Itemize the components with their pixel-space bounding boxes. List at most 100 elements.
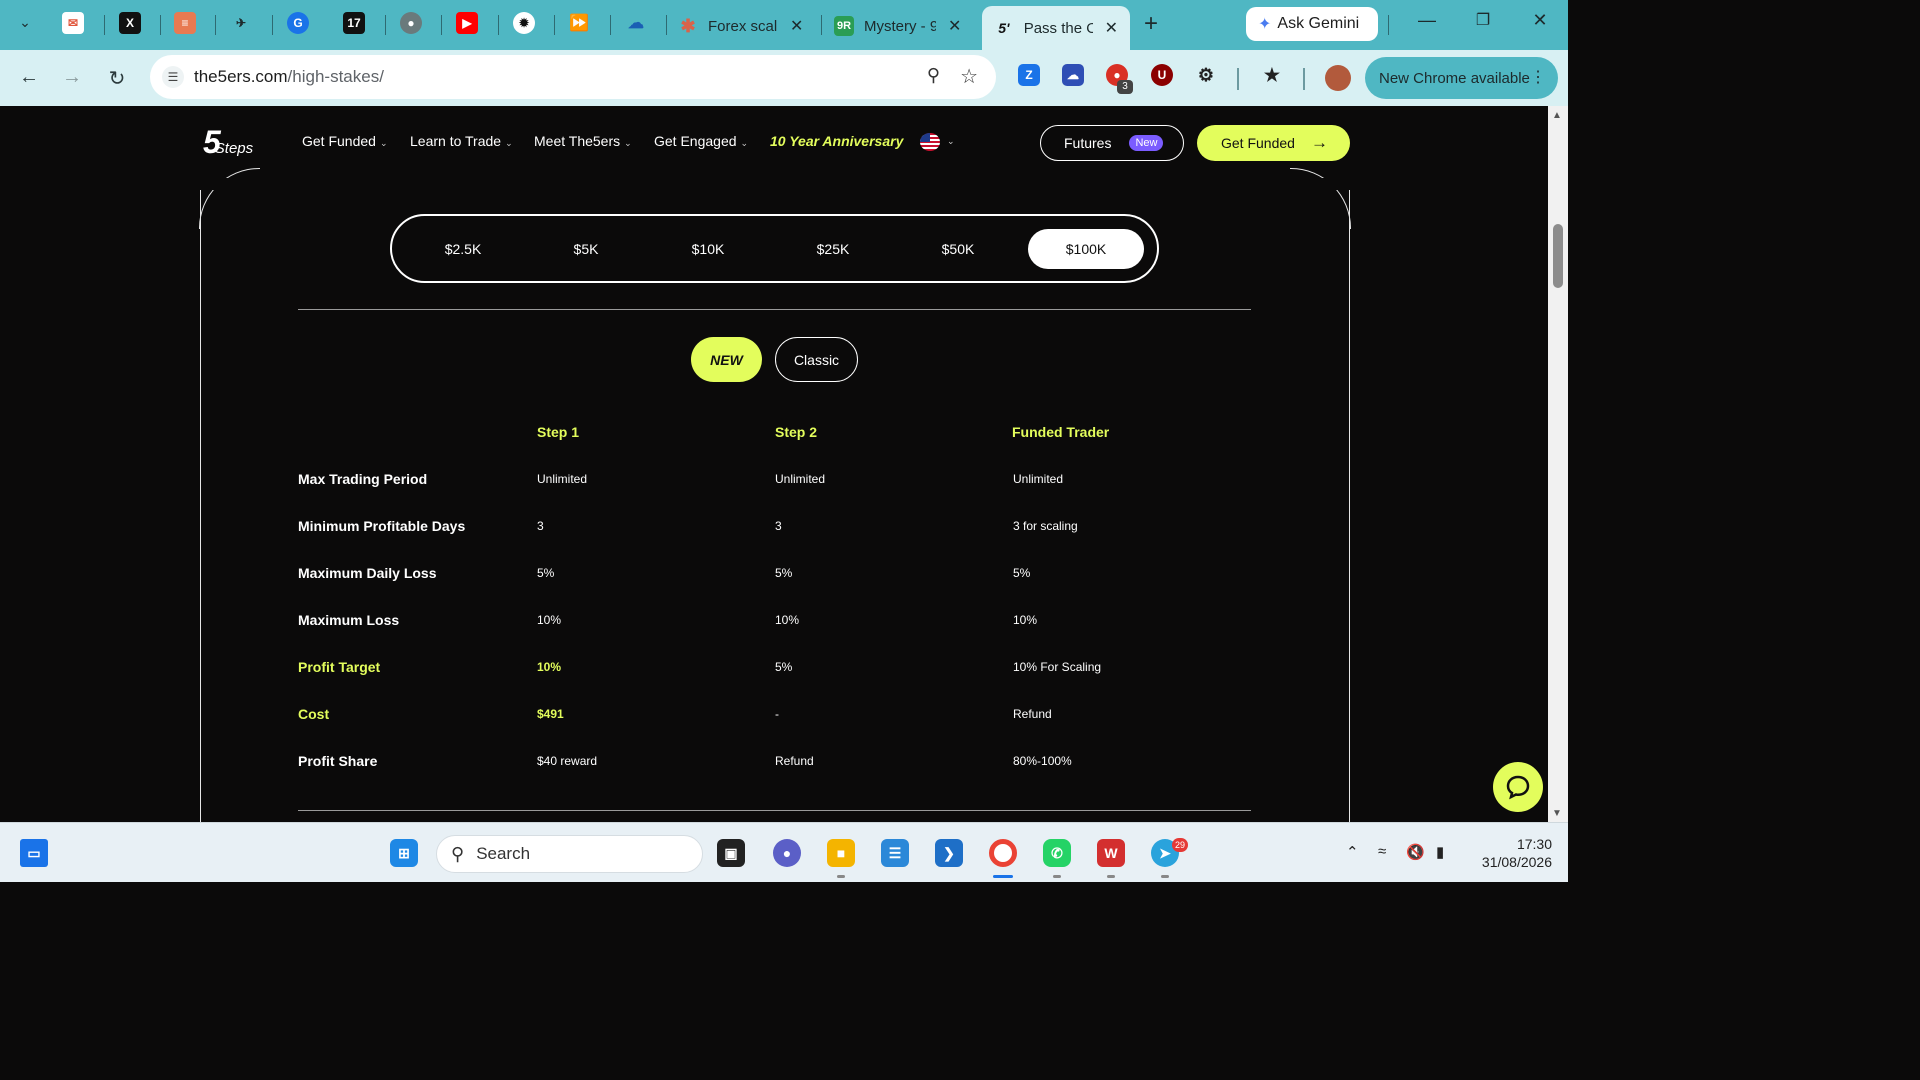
pinned-tab-youtube-icon[interactable]: ▶: [456, 12, 478, 34]
model-new-button[interactable]: NEW: [691, 337, 762, 382]
table-cell: $40 reward: [537, 754, 598, 768]
chat-support-button[interactable]: [1493, 762, 1543, 812]
file-explorer-icon[interactable]: ■: [827, 839, 855, 867]
model-classic-button[interactable]: Classic: [775, 337, 858, 382]
forward-arrow-icon[interactable]: →: [59, 66, 85, 89]
kebab-menu-icon[interactable]: ⋮: [1530, 67, 1546, 87]
running-indicator: [1053, 875, 1061, 878]
account-size-selector: $2.5K $5K $10K $25K $50K $100K: [390, 214, 1159, 283]
pinned-tab-tradingview-icon[interactable]: 17: [343, 12, 365, 34]
tab-mystery[interactable]: 9R Mystery - 9 ✕: [834, 6, 961, 46]
reload-icon[interactable]: ↻: [104, 66, 130, 91]
wifi-icon[interactable]: ≈: [1378, 843, 1386, 860]
page-scrollbar[interactable]: ▲ ▼: [1548, 106, 1568, 822]
pinned-tab-x-icon[interactable]: X: [119, 12, 141, 34]
table-cell: 80%-100%: [1013, 754, 1072, 768]
scroll-down-arrow-icon[interactable]: ▼: [1552, 808, 1562, 819]
new-chrome-available-button[interactable]: New Chrome available ⋮: [1365, 57, 1558, 99]
pinned-tab-layers-icon[interactable]: ≡: [174, 12, 196, 34]
vscode-icon[interactable]: ❯: [935, 839, 963, 867]
zoom-icon[interactable]: ⚲: [927, 65, 940, 86]
asterisk-icon: ✱: [680, 15, 696, 36]
size-option-100k[interactable]: $100K: [1028, 229, 1144, 269]
nav-anniversary[interactable]: 10 Year Anniversary: [770, 133, 903, 149]
table-cell: Unlimited: [1013, 472, 1064, 486]
row-label-cost: Cost: [298, 706, 330, 722]
notepad-icon[interactable]: ☰: [881, 839, 909, 867]
chrome-icon[interactable]: [989, 839, 1017, 867]
chevron-up-icon[interactable]: ⌃: [1346, 843, 1359, 861]
extension-cloud-icon[interactable]: ☁: [1062, 64, 1084, 86]
nav-meet-the5ers[interactable]: Meet The5ers ⌄: [534, 133, 632, 149]
ask-gemini-label: Ask Gemini: [1277, 15, 1360, 32]
pinned-tab-globe-icon[interactable]: ●: [400, 12, 422, 34]
close-tab-icon[interactable]: ✕: [948, 16, 961, 36]
pinned-tab-plane-icon[interactable]: ✈: [230, 12, 252, 34]
row-label-maximum-loss: Maximum Loss: [298, 612, 400, 628]
nav-get-funded[interactable]: Get Funded ⌄: [302, 133, 387, 149]
pinned-tab-cloud-icon[interactable]: ☁: [625, 12, 647, 34]
tab-separator: [1388, 15, 1389, 35]
tab-title: Forex scalp: [708, 17, 778, 35]
pinned-tab-g-icon[interactable]: G: [287, 12, 309, 34]
scrollbar-thumb[interactable]: [1553, 224, 1563, 288]
site-info-icon[interactable]: ☰: [162, 66, 184, 88]
tab-forex[interactable]: ✱ Forex scalp ✕: [678, 6, 803, 46]
profile-avatar[interactable]: [1325, 65, 1351, 91]
chevron-down-icon: ⌄: [740, 138, 749, 148]
clock-time: 17:30: [1516, 836, 1552, 852]
table-cell: 10%: [537, 660, 562, 674]
bookmark-star-icon[interactable]: ☆: [960, 64, 978, 89]
ublock-icon[interactable]: U: [1151, 64, 1173, 86]
battery-icon[interactable]: ▮: [1436, 843, 1444, 861]
new-tab-plus-icon[interactable]: +: [1144, 12, 1158, 36]
extensions-puzzle-icon[interactable]: ⚙: [1195, 64, 1217, 86]
windows-start-icon[interactable]: ⊞: [390, 839, 418, 867]
whatsapp-icon[interactable]: ✆: [1043, 839, 1071, 867]
size-option-10k[interactable]: $10K: [650, 229, 766, 269]
close-window-icon[interactable]: ✕: [1525, 10, 1555, 31]
table-cell: 5%: [537, 566, 555, 580]
futures-button[interactable]: Futures New: [1040, 125, 1184, 161]
toolbar-separator: [1237, 68, 1239, 90]
nav-learn-to-trade[interactable]: Learn to Trade ⌄: [410, 133, 513, 149]
task-view-icon[interactable]: ▣: [717, 839, 745, 867]
get-funded-button[interactable]: Get Funded →: [1197, 125, 1350, 161]
tab-separator: [104, 15, 105, 35]
tab-active-the5ers[interactable]: 5' Pass the O ✕: [982, 6, 1130, 50]
ask-gemini-button[interactable]: ✦ Ask Gemini: [1246, 7, 1378, 41]
wps-office-icon[interactable]: W: [1097, 839, 1125, 867]
restore-icon[interactable]: ❐: [1468, 10, 1498, 30]
meet-icon[interactable]: ●: [773, 839, 801, 867]
volume-muted-icon[interactable]: 🔇: [1406, 843, 1425, 861]
size-option-5k[interactable]: $5K: [528, 229, 644, 269]
nav-get-engaged[interactable]: Get Engaged ⌄: [654, 133, 748, 149]
us-flag-icon[interactable]: [920, 133, 940, 151]
table-cell: Unlimited: [537, 472, 588, 486]
url-path: /high-stakes/: [287, 67, 384, 86]
close-tab-icon[interactable]: ✕: [790, 16, 803, 36]
widgets-icon[interactable]: ▭: [20, 839, 48, 867]
system-clock[interactable]: 17:30 31/08/2026: [1478, 835, 1552, 871]
site-logo[interactable]: 5Steps: [203, 124, 257, 161]
clock-date: 31/08/2026: [1481, 854, 1552, 870]
scroll-up-arrow-icon[interactable]: ▲: [1552, 110, 1562, 121]
size-option-2-5k[interactable]: $2.5K: [405, 229, 521, 269]
minimize-icon[interactable]: —: [1412, 10, 1442, 31]
pinned-tab-openai-icon[interactable]: ✹: [513, 12, 535, 34]
pinned-tab-fastforward-icon[interactable]: ⏩: [568, 12, 590, 34]
tab-strip: ⌄ ✉ X ≡ ✈ G 17 ● ▶ ✹ ⏩ ☁ ✱ Forex scalp ✕…: [0, 0, 1568, 50]
tab-search-chevron-icon[interactable]: ⌄: [12, 14, 38, 36]
extension-z-icon[interactable]: Z: [1018, 64, 1040, 86]
taskbar-search[interactable]: ⚲ Search: [436, 835, 703, 873]
size-option-25k[interactable]: $25K: [775, 229, 891, 269]
address-bar[interactable]: ☰ the5ers.com/high-stakes/ ⚲ ☆: [150, 55, 996, 99]
url-text[interactable]: the5ers.com/high-stakes/: [194, 67, 384, 87]
bookmarks-icon[interactable]: ★: [1261, 64, 1283, 86]
close-tab-icon[interactable]: ✕: [1105, 18, 1118, 38]
back-arrow-icon[interactable]: ←: [16, 66, 42, 89]
table-cell: 5%: [775, 566, 793, 580]
pinned-tab-mail-icon[interactable]: ✉: [62, 12, 84, 34]
size-option-50k[interactable]: $50K: [900, 229, 1016, 269]
chevron-down-icon[interactable]: ⌄: [947, 136, 955, 147]
